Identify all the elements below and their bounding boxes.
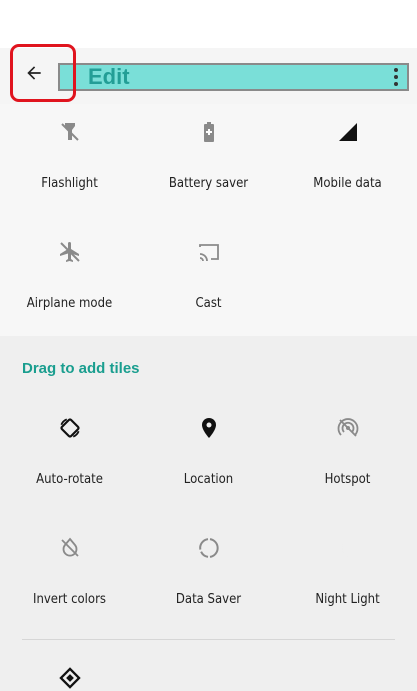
tile-label: Flashlight bbox=[41, 176, 98, 191]
location-pin-icon bbox=[195, 414, 223, 442]
tile-label: Battery saver bbox=[168, 176, 249, 191]
tile-flashlight[interactable]: Flashlight bbox=[0, 104, 139, 224]
tile-airplane-mode[interactable]: Airplane mode bbox=[0, 224, 139, 344]
status-bar-area bbox=[0, 0, 417, 48]
data-saver-icon bbox=[195, 534, 223, 562]
tile-invert-colors[interactable]: Invert colors bbox=[0, 520, 139, 640]
tile-label: Location bbox=[183, 472, 234, 487]
arrow-back-icon bbox=[27, 66, 41, 80]
flashlight-off-icon bbox=[56, 118, 84, 146]
tile-night-light[interactable]: Night Light bbox=[278, 520, 417, 640]
tile-partial[interactable] bbox=[0, 648, 139, 691]
diamond-icon bbox=[56, 664, 84, 691]
tile-cast[interactable]: Cast bbox=[139, 224, 278, 344]
night-light-icon bbox=[334, 534, 362, 562]
page-title: Edit bbox=[88, 64, 130, 89]
tile-label: Auto-rotate bbox=[36, 472, 103, 487]
tile-label: Data Saver bbox=[175, 592, 242, 607]
tile-label: Mobile data bbox=[313, 176, 382, 191]
auto-rotate-icon bbox=[56, 414, 84, 442]
tile-location[interactable]: Location bbox=[139, 400, 278, 520]
invert-colors-icon bbox=[56, 534, 84, 562]
section-title: Drag to add tiles bbox=[22, 360, 140, 377]
tile-battery-saver[interactable]: Battery saver bbox=[139, 104, 278, 224]
mobile-signal-icon bbox=[334, 118, 362, 146]
tile-label: Cast bbox=[195, 296, 222, 311]
battery-saver-icon bbox=[195, 118, 223, 146]
tile-auto-rotate[interactable]: Auto-rotate bbox=[0, 400, 139, 520]
back-button[interactable] bbox=[10, 44, 76, 102]
tile-label: Airplane mode bbox=[26, 296, 113, 311]
tile-label: Night Light bbox=[315, 592, 380, 607]
more-vert-icon[interactable] bbox=[389, 64, 403, 90]
tile-mobile-data[interactable]: Mobile data bbox=[278, 104, 417, 224]
hotspot-icon bbox=[334, 414, 362, 442]
divider bbox=[22, 639, 395, 640]
tile-label: Hotspot bbox=[324, 472, 371, 487]
edit-tiles-screen: Edit Flashlight Battery saver Mobile dat… bbox=[0, 0, 417, 691]
tile-label: Invert colors bbox=[33, 592, 106, 607]
cast-icon bbox=[195, 238, 223, 266]
tile-data-saver[interactable]: Data Saver bbox=[139, 520, 278, 640]
tile-hotspot[interactable]: Hotspot bbox=[278, 400, 417, 520]
airplane-off-icon bbox=[56, 238, 84, 266]
